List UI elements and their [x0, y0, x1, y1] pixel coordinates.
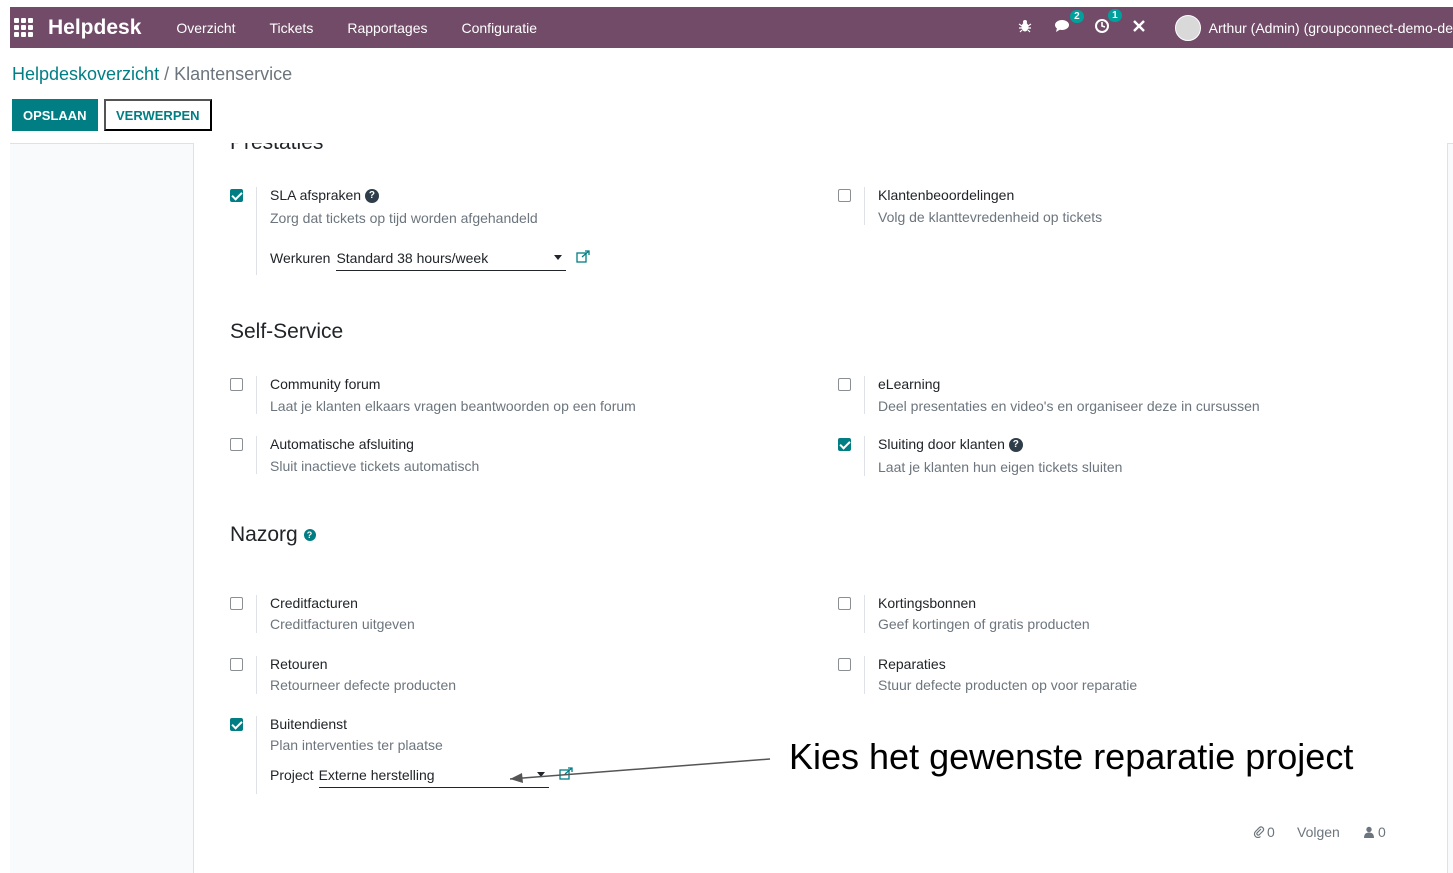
external-link-icon[interactable] — [558, 767, 573, 783]
autoclose-checkbox[interactable] — [230, 438, 243, 451]
divider — [864, 187, 865, 225]
menu-overzicht[interactable]: Overzicht — [176, 20, 235, 36]
setting-title: Creditfacturen — [270, 595, 358, 611]
repairs-checkbox[interactable] — [838, 658, 851, 671]
setting-description: Zorg dat tickets op tijd worden afgehand… — [270, 210, 538, 226]
setting-description: Creditfacturen uitgeven — [270, 616, 415, 632]
setting-description: Deel presentaties en video's en organise… — [878, 398, 1260, 414]
setting-description: Laat je klanten elkaars vragen beantwoor… — [270, 398, 636, 414]
divider — [256, 595, 257, 633]
divider — [256, 716, 257, 794]
paperclip-icon — [1253, 826, 1265, 838]
avatar[interactable] — [1174, 14, 1201, 41]
divider — [256, 656, 257, 694]
setting-title: Kortingsbonnen — [878, 595, 977, 611]
attachments-count[interactable]: 0 — [1253, 824, 1275, 840]
apps-menu-icon[interactable] — [13, 18, 33, 38]
customer-close-checkbox[interactable] — [838, 438, 851, 451]
followers-number: 0 — [1378, 824, 1386, 840]
breadcrumb-current: Klantenservice — [174, 64, 293, 84]
chevron-down-icon — [554, 255, 563, 260]
setting-description: Volg de klanttevredenheid op tickets — [878, 209, 1103, 225]
field-value: Standard 38 hours/week — [336, 250, 489, 266]
setting-description: Sluit inactieve tickets automatisch — [270, 458, 480, 474]
followers-count[interactable]: 0 — [1363, 824, 1386, 840]
setting-description: Stuur defecte producten op voor reparati… — [878, 677, 1138, 693]
tools-icon[interactable] — [1132, 19, 1146, 37]
breadcrumb: Helpdeskoverzicht / Klantenservice — [12, 64, 292, 85]
chat-badge: 2 — [1070, 9, 1084, 23]
top-navbar: Helpdesk Overzicht Tickets Rapportages C… — [10, 7, 1453, 48]
setting-title: Klantenbeoordelingen — [878, 187, 1015, 203]
working-hours-field: Werkuren Standard 38 hours/week — [270, 250, 591, 271]
working-hours-select[interactable]: Standard 38 hours/week — [336, 250, 567, 271]
breadcrumb-parent[interactable]: Helpdeskoverzicht — [12, 64, 159, 84]
setting-title: Buitendienst — [270, 716, 348, 732]
forum-checkbox[interactable] — [230, 378, 243, 391]
attachments-number: 0 — [1267, 824, 1275, 840]
divider — [864, 436, 865, 476]
help-icon[interactable]: ? — [303, 529, 316, 542]
setting-title: eLearning — [878, 376, 941, 392]
divider — [256, 376, 257, 414]
project-select[interactable]: Externe herstelling — [318, 767, 549, 788]
setting-title: Automatische afsluiting — [270, 436, 414, 452]
section-title-prestaties: Prestaties — [230, 143, 323, 155]
field-label: Werkuren — [270, 250, 331, 266]
help-icon[interactable]: ? — [364, 189, 379, 204]
systray: 2 1 Arthur (Admin) (groupconnect-demo-de — [1007, 7, 1453, 48]
divider — [864, 595, 865, 633]
app-name[interactable]: Helpdesk — [48, 16, 141, 40]
user-menu[interactable]: Arthur (Admin) (groupconnect-demo-de — [1209, 20, 1453, 36]
setting-title: SLA afspraken — [270, 187, 362, 203]
field-label: Project — [270, 767, 314, 783]
coupons-checkbox[interactable] — [838, 597, 851, 610]
menu-rapportages[interactable]: Rapportages — [347, 20, 427, 36]
ratings-checkbox[interactable] — [838, 189, 851, 202]
elearning-checkbox[interactable] — [838, 378, 851, 391]
annotation-text: Kies het gewenste reparatie project — [789, 736, 1354, 777]
project-field: Project Externe herstelling — [270, 767, 573, 788]
divider — [256, 436, 257, 474]
bug-icon[interactable] — [1018, 19, 1032, 37]
setting-title: Sluiting door klanten — [878, 436, 1005, 452]
chat-icon[interactable]: 2 — [1054, 9, 1084, 37]
divider — [864, 376, 865, 414]
breadcrumb-separator: / — [164, 64, 170, 84]
section-title-nazorg: Nazorg ? — [230, 523, 316, 547]
menu-configuratie[interactable]: Configuratie — [462, 20, 538, 36]
setting-description: Plan interventies ter plaatse — [270, 737, 443, 753]
setting-description: Retourneer defecte producten — [270, 677, 457, 693]
chevron-down-icon — [536, 772, 545, 777]
discard-button[interactable]: VERWERPEN — [104, 99, 212, 131]
help-icon[interactable]: ? — [1008, 438, 1023, 453]
sla-checkbox[interactable] — [230, 189, 243, 202]
setting-title: Community forum — [270, 376, 381, 392]
setting-title: Reparaties — [878, 656, 946, 672]
section-title-self-service: Self-Service — [230, 320, 344, 343]
section-title-text: Nazorg — [230, 523, 298, 546]
menu-tickets[interactable]: Tickets — [270, 20, 314, 36]
save-button[interactable]: OPSLAAN — [12, 99, 98, 131]
external-link-icon[interactable] — [576, 250, 591, 266]
divider — [864, 656, 865, 694]
activity-badge: 1 — [1108, 8, 1122, 22]
activity-clock-icon[interactable]: 1 — [1094, 8, 1122, 38]
setting-description: Geef kortingen of gratis producten — [878, 616, 1090, 632]
setting-description: Laat je klanten hun eigen tickets sluite… — [878, 459, 1123, 475]
returns-checkbox[interactable] — [230, 658, 243, 671]
fieldservice-checkbox[interactable] — [230, 718, 243, 731]
follow-button[interactable]: Volgen — [1297, 824, 1340, 840]
user-icon — [1364, 826, 1374, 838]
setting-title: Retouren — [270, 656, 328, 672]
credit-checkbox[interactable] — [230, 597, 243, 610]
field-value: Externe herstelling — [318, 767, 435, 783]
divider — [256, 187, 257, 275]
